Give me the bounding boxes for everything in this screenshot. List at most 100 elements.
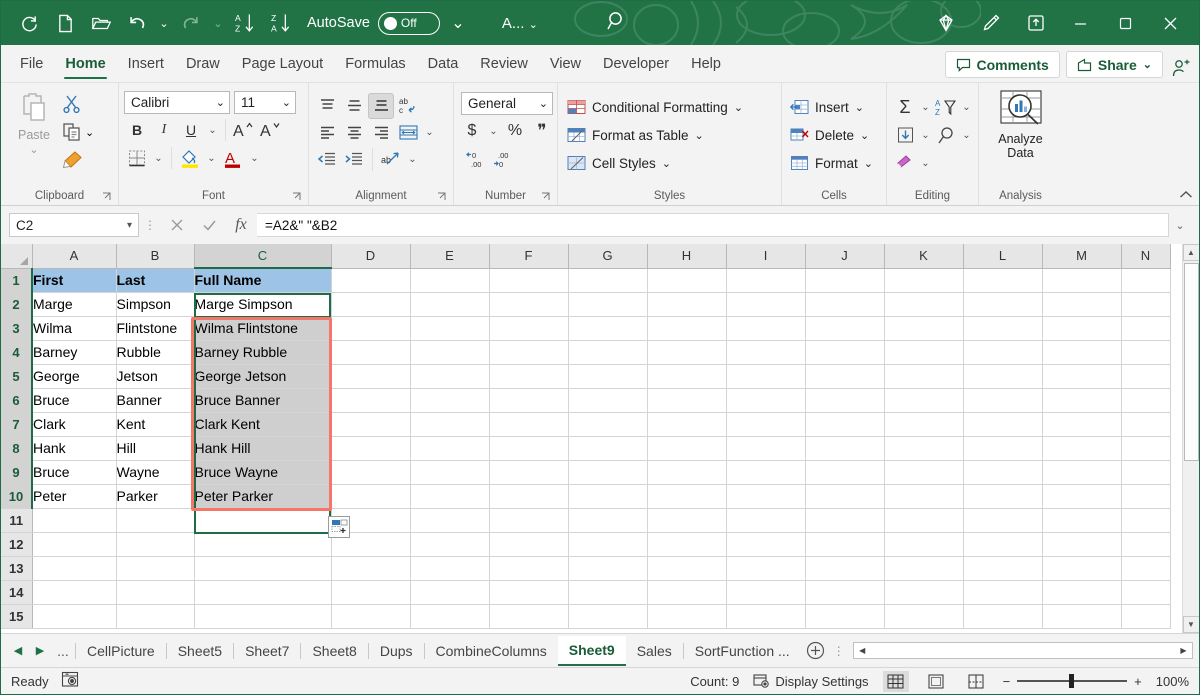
format-cells-chevron-icon[interactable]: ⌄ xyxy=(864,157,873,170)
cell-g5[interactable] xyxy=(568,364,647,388)
cell-e15[interactable] xyxy=(410,604,489,628)
cell-b2[interactable]: Simpson xyxy=(116,292,194,316)
number-dialog-launcher[interactable] xyxy=(541,192,550,204)
cell-a5[interactable]: George xyxy=(32,364,116,388)
formula-bar-grip[interactable]: ⋮ xyxy=(139,218,161,232)
share-person-icon[interactable] xyxy=(1163,59,1199,78)
cell-b13[interactable] xyxy=(116,556,194,580)
cell-f9[interactable] xyxy=(489,460,568,484)
cell-n9[interactable] xyxy=(1121,460,1170,484)
cell-h4[interactable] xyxy=(647,340,726,364)
cell-h6[interactable] xyxy=(647,388,726,412)
cell-a8[interactable]: Hank xyxy=(32,436,116,460)
cell-a13[interactable] xyxy=(32,556,116,580)
sheet-tab-sheet5[interactable]: Sheet5 xyxy=(167,636,233,666)
cell-n7[interactable] xyxy=(1121,412,1170,436)
column-header-a[interactable]: A xyxy=(32,244,116,268)
vertical-scroll-track[interactable] xyxy=(1183,261,1200,616)
paste-button[interactable]: Paste ⌄ xyxy=(6,87,62,156)
previous-sheet-button[interactable]: ◀ xyxy=(7,644,29,657)
cell-f7[interactable] xyxy=(489,412,568,436)
cell-h7[interactable] xyxy=(647,412,726,436)
cell-d6[interactable] xyxy=(331,388,410,412)
cell-b6[interactable]: Banner xyxy=(116,388,194,412)
sheet-tab-sortfunction[interactable]: SortFunction ... xyxy=(684,636,801,666)
row-header-7[interactable]: 7 xyxy=(1,412,32,436)
cell-d15[interactable] xyxy=(331,604,410,628)
cell-m7[interactable] xyxy=(1042,412,1121,436)
cell-n12[interactable] xyxy=(1121,532,1170,556)
formula-input[interactable]: =A2&" "&B2 xyxy=(257,213,1169,237)
cell-g6[interactable] xyxy=(568,388,647,412)
cell-l7[interactable] xyxy=(963,412,1042,436)
horizontal-scroll-track[interactable] xyxy=(871,643,1175,658)
cell-h8[interactable] xyxy=(647,436,726,460)
cell-n1[interactable] xyxy=(1121,268,1170,292)
cell-f14[interactable] xyxy=(489,580,568,604)
autosum-chevron-icon[interactable]: ⌄ xyxy=(918,94,933,120)
orientation-button[interactable]: ab c xyxy=(395,93,421,119)
cell-l5[interactable] xyxy=(963,364,1042,388)
next-sheet-button[interactable]: ▶ xyxy=(29,644,51,657)
borders-button[interactable] xyxy=(124,145,150,171)
row-header-13[interactable]: 13 xyxy=(1,556,32,580)
cell-n6[interactable] xyxy=(1121,388,1170,412)
cell-b15[interactable] xyxy=(116,604,194,628)
column-header-j[interactable]: J xyxy=(805,244,884,268)
conditional-formatting-button[interactable]: Conditional Formatting ⌄ xyxy=(567,93,743,121)
autosave-control[interactable]: AutoSave Off xyxy=(307,12,440,35)
analyze-data-button[interactable]: Analyze Data xyxy=(997,87,1045,160)
cell-f11[interactable] xyxy=(489,508,568,532)
cell-e3[interactable] xyxy=(410,316,489,340)
hscroll-right-button[interactable]: ▶ xyxy=(1175,643,1192,658)
insert-function-icon[interactable]: fx xyxy=(225,213,257,237)
cell-i2[interactable] xyxy=(726,292,805,316)
cell-l6[interactable] xyxy=(963,388,1042,412)
column-header-c[interactable]: C xyxy=(194,244,331,268)
sheet-tab-dups[interactable]: Dups xyxy=(369,636,424,666)
font-name-chevron-icon[interactable]: ⌄ xyxy=(216,96,225,109)
cell-a4[interactable]: Barney xyxy=(32,340,116,364)
enter-icon[interactable] xyxy=(193,213,225,237)
sheet-tab-sheet7[interactable]: Sheet7 xyxy=(234,636,300,666)
cell-j15[interactable] xyxy=(805,604,884,628)
name-box-chevron-icon[interactable]: ▾ xyxy=(127,220,132,231)
undo-icon[interactable] xyxy=(119,6,155,40)
cell-h2[interactable] xyxy=(647,292,726,316)
tab-insert[interactable]: Insert xyxy=(117,49,175,82)
cell-k5[interactable] xyxy=(884,364,963,388)
cell-j6[interactable] xyxy=(805,388,884,412)
cell-j8[interactable] xyxy=(805,436,884,460)
cell-g11[interactable] xyxy=(568,508,647,532)
cell-c15[interactable] xyxy=(194,604,331,628)
row-header-14[interactable]: 14 xyxy=(1,580,32,604)
cell-i6[interactable] xyxy=(726,388,805,412)
cell-n5[interactable] xyxy=(1121,364,1170,388)
vertical-scroll-thumb[interactable] xyxy=(1184,263,1199,461)
tab-data[interactable]: Data xyxy=(417,49,470,82)
font-color-chevron-icon[interactable]: ⌄ xyxy=(247,145,262,171)
cell-styles-chevron-icon[interactable]: ⌄ xyxy=(662,157,671,170)
bold-button[interactable]: B xyxy=(124,117,150,143)
tab-file[interactable]: File xyxy=(9,49,54,82)
cell-j9[interactable] xyxy=(805,460,884,484)
clipboard-dialog-launcher[interactable] xyxy=(102,192,111,204)
cell-k4[interactable] xyxy=(884,340,963,364)
cell-g13[interactable] xyxy=(568,556,647,580)
horizontal-scrollbar[interactable]: ◀ ▶ xyxy=(853,642,1193,659)
cell-h13[interactable] xyxy=(647,556,726,580)
fill-chevron-icon[interactable]: ⌄ xyxy=(918,122,933,148)
cell-a11[interactable] xyxy=(32,508,116,532)
document-title-chevron-icon[interactable]: ⌄ xyxy=(529,19,538,31)
zoom-in-button[interactable]: + xyxy=(1134,674,1142,689)
cell-f4[interactable] xyxy=(489,340,568,364)
insert-cells-chevron-icon[interactable]: ⌄ xyxy=(855,101,864,114)
close-button[interactable] xyxy=(1148,3,1193,43)
delete-cells-button[interactable]: Delete ⌄ xyxy=(790,121,873,149)
row-header-6[interactable]: 6 xyxy=(1,388,32,412)
zoom-track[interactable] xyxy=(1017,680,1127,682)
cell-e7[interactable] xyxy=(410,412,489,436)
increase-decimal-button[interactable]: 0 .00 xyxy=(465,146,491,172)
row-header-10[interactable]: 10 xyxy=(1,484,32,508)
cell-c1[interactable]: Full Name xyxy=(194,268,331,292)
